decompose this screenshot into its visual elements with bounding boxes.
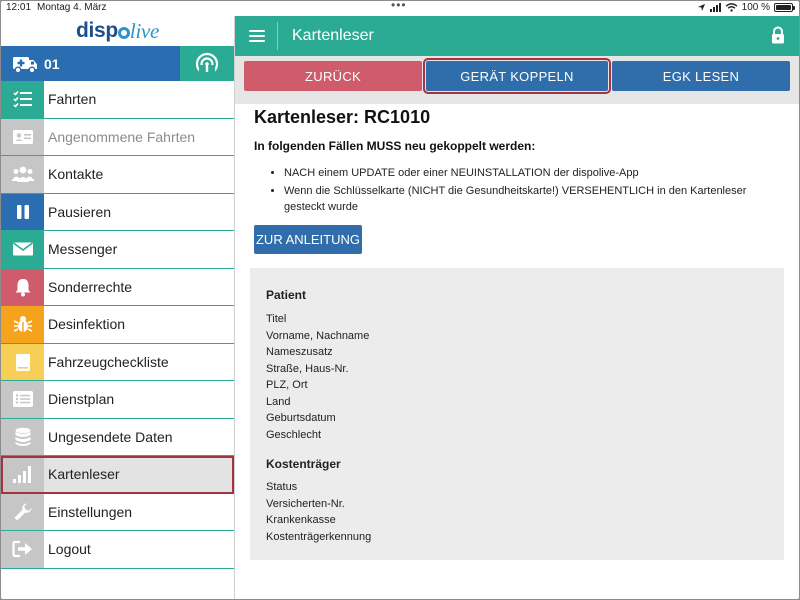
- sidebar-item-label: Dienstplan: [48, 391, 115, 408]
- status-right: 100 %: [697, 2, 795, 13]
- list-item: NACH einem UPDATE oder einer NEUINSTALLA…: [284, 165, 780, 182]
- status-bar: 12:01 Montag 4. März ••• 100 %: [1, 1, 799, 16]
- insurer-heading: Kostenträger: [266, 457, 341, 471]
- logo-ring-icon: [117, 27, 130, 39]
- sidebar-item-dienstplan[interactable]: Dienstplan: [1, 381, 234, 419]
- schedule-list-icon: [1, 381, 44, 418]
- people-icon: [1, 156, 44, 193]
- multitask-dots-icon[interactable]: •••: [391, 1, 407, 12]
- battery-icon: [774, 3, 795, 12]
- list-check-icon: [1, 81, 44, 118]
- app-frame: 12:01 Montag 4. März ••• 100 % disp live: [1, 1, 799, 599]
- patient-heading: Patient: [266, 288, 307, 302]
- field-label: Vorname, Nachname: [266, 329, 370, 342]
- sidebar-item-fahrzeugcheckliste[interactable]: Fahrzeugcheckliste: [1, 343, 234, 381]
- logo-text-right: live: [129, 18, 160, 43]
- sidebar-item-messenger[interactable]: Messenger: [1, 231, 234, 269]
- field-label: Versicherten-Nr.: [266, 497, 345, 510]
- repair-cases-list: NACH einem UPDATE oder einer NEUINSTALLA…: [270, 165, 780, 217]
- back-button[interactable]: ZURÜCK: [244, 61, 422, 91]
- sidebar-item-ungesendete-daten[interactable]: Ungesendete Daten: [1, 418, 234, 456]
- status-time: 12:01: [6, 2, 32, 13]
- clipboard-icon: [1, 343, 44, 380]
- field-label: PLZ, Ort: [266, 379, 308, 391]
- logo-text-left: disp: [75, 19, 118, 42]
- status-date: Montag 4. März: [37, 2, 107, 13]
- wifi-icon: [725, 3, 738, 12]
- sidebar-item-label: Fahrzeugcheckliste: [48, 353, 169, 370]
- card-reader-content: Kartenleser: RC1010 In folgenden Fällen …: [235, 104, 799, 599]
- card-data-panel: Patient Titel Vorname, Nachname Nameszusat…: [250, 268, 784, 560]
- repair-notice: In folgenden Fällen MUSS neu gekoppelt w…: [254, 139, 536, 153]
- sidebar-item-label: Einstellungen: [48, 503, 133, 520]
- bug-icon: [1, 306, 44, 343]
- sidebar-item-label: Desinfektion: [48, 316, 126, 333]
- vehicle-bar: 01: [1, 46, 234, 81]
- app-header: Kartenleser: [235, 16, 799, 56]
- guide-button[interactable]: ZUR ANLEITUNG: [254, 225, 362, 254]
- sidebar-item-label: Sonderrechte: [48, 278, 133, 295]
- sidebar-item-label: Kartenleser: [48, 466, 120, 483]
- sidebar-item-label: Angenommene Fahrten: [48, 128, 196, 145]
- sidebar-item-sonderrechte[interactable]: Sonderrechte: [1, 268, 234, 306]
- field-label: Geburtsdatum: [266, 412, 336, 424]
- battery-fill: [776, 5, 791, 10]
- wrench-icon: [1, 493, 44, 530]
- envelope-icon: [1, 231, 44, 268]
- sidebar-item-desinfektion[interactable]: Desinfektion: [1, 306, 234, 344]
- sidebar-item-kartenleser[interactable]: Kartenleser: [1, 456, 234, 494]
- ambulance-icon: [8, 54, 42, 74]
- lock-icon[interactable]: [771, 26, 785, 44]
- page-title: Kartenleser: [292, 27, 374, 44]
- bell-icon: [1, 268, 44, 305]
- sidebar-item-label: Fahrten: [48, 91, 97, 108]
- sidebar-item-pausieren[interactable]: Pausieren: [1, 193, 234, 231]
- location-arrow-icon: [697, 3, 705, 12]
- header-divider: [277, 22, 278, 50]
- field-label: Titel: [266, 313, 287, 325]
- database-icon: [1, 418, 44, 455]
- id-card-icon: [1, 118, 44, 155]
- sidebar-item-logout[interactable]: Logout: [1, 531, 234, 569]
- sidebar-item-label: Kontakte: [48, 166, 104, 183]
- field-label: Nameszusatz: [266, 346, 333, 358]
- sidebar-item-label: Messenger: [48, 241, 118, 258]
- app-logo: disp live: [1, 16, 234, 46]
- radio-signal-icon: [195, 52, 219, 76]
- field-label: Land: [266, 395, 291, 408]
- vehicle-selector[interactable]: 01: [1, 46, 180, 81]
- field-label: Status: [266, 481, 298, 493]
- sidebar-item-kontakte[interactable]: Kontakte: [1, 156, 234, 194]
- sidebar-item-label: Logout: [48, 541, 91, 558]
- card-reader-title: Kartenleser: RC1010: [254, 107, 431, 127]
- sidebar-item-label: Pausieren: [48, 203, 112, 220]
- sidebar-item-einstellungen[interactable]: Einstellungen: [1, 493, 234, 531]
- field-label: Straße, Haus-Nr.: [266, 362, 349, 375]
- read-egk-button[interactable]: EGK LESEN: [612, 61, 790, 91]
- sidebar-menu: Fahrten Angenommene Fahrten Kontakte Pausie…: [1, 81, 234, 569]
- sidebar-item-label: Ungesendete Daten: [48, 428, 173, 445]
- radio-status-button[interactable]: [180, 46, 234, 81]
- action-toolbar: ZURÜCK GERÄT KOPPELN EGK LESEN: [235, 56, 799, 104]
- sidebar-item-angenommene-fahrten[interactable]: Angenommene Fahrten: [1, 118, 234, 156]
- logout-icon: [1, 531, 44, 568]
- vehicle-number: 01: [44, 55, 60, 72]
- sidebar: disp live 01 Fahrten Angenommene Fahrten…: [1, 16, 235, 599]
- list-item: Wenn die Schlüsselkarte (NICHT die Gesun…: [284, 183, 780, 216]
- pause-icon: [1, 193, 44, 230]
- field-label: Krankenkasse: [266, 514, 336, 526]
- pair-device-button[interactable]: GERÄT KOPPELN: [423, 58, 611, 94]
- field-label: Geschlecht: [266, 428, 322, 441]
- cellular-signal-icon: [709, 3, 721, 12]
- battery-percent: 100 %: [741, 2, 770, 13]
- field-label: Kostenträgerkennung: [266, 530, 372, 543]
- sidebar-item-fahrten[interactable]: Fahrten: [1, 81, 234, 119]
- signal-bars-icon: [1, 456, 44, 493]
- hamburger-menu-icon[interactable]: [249, 30, 265, 42]
